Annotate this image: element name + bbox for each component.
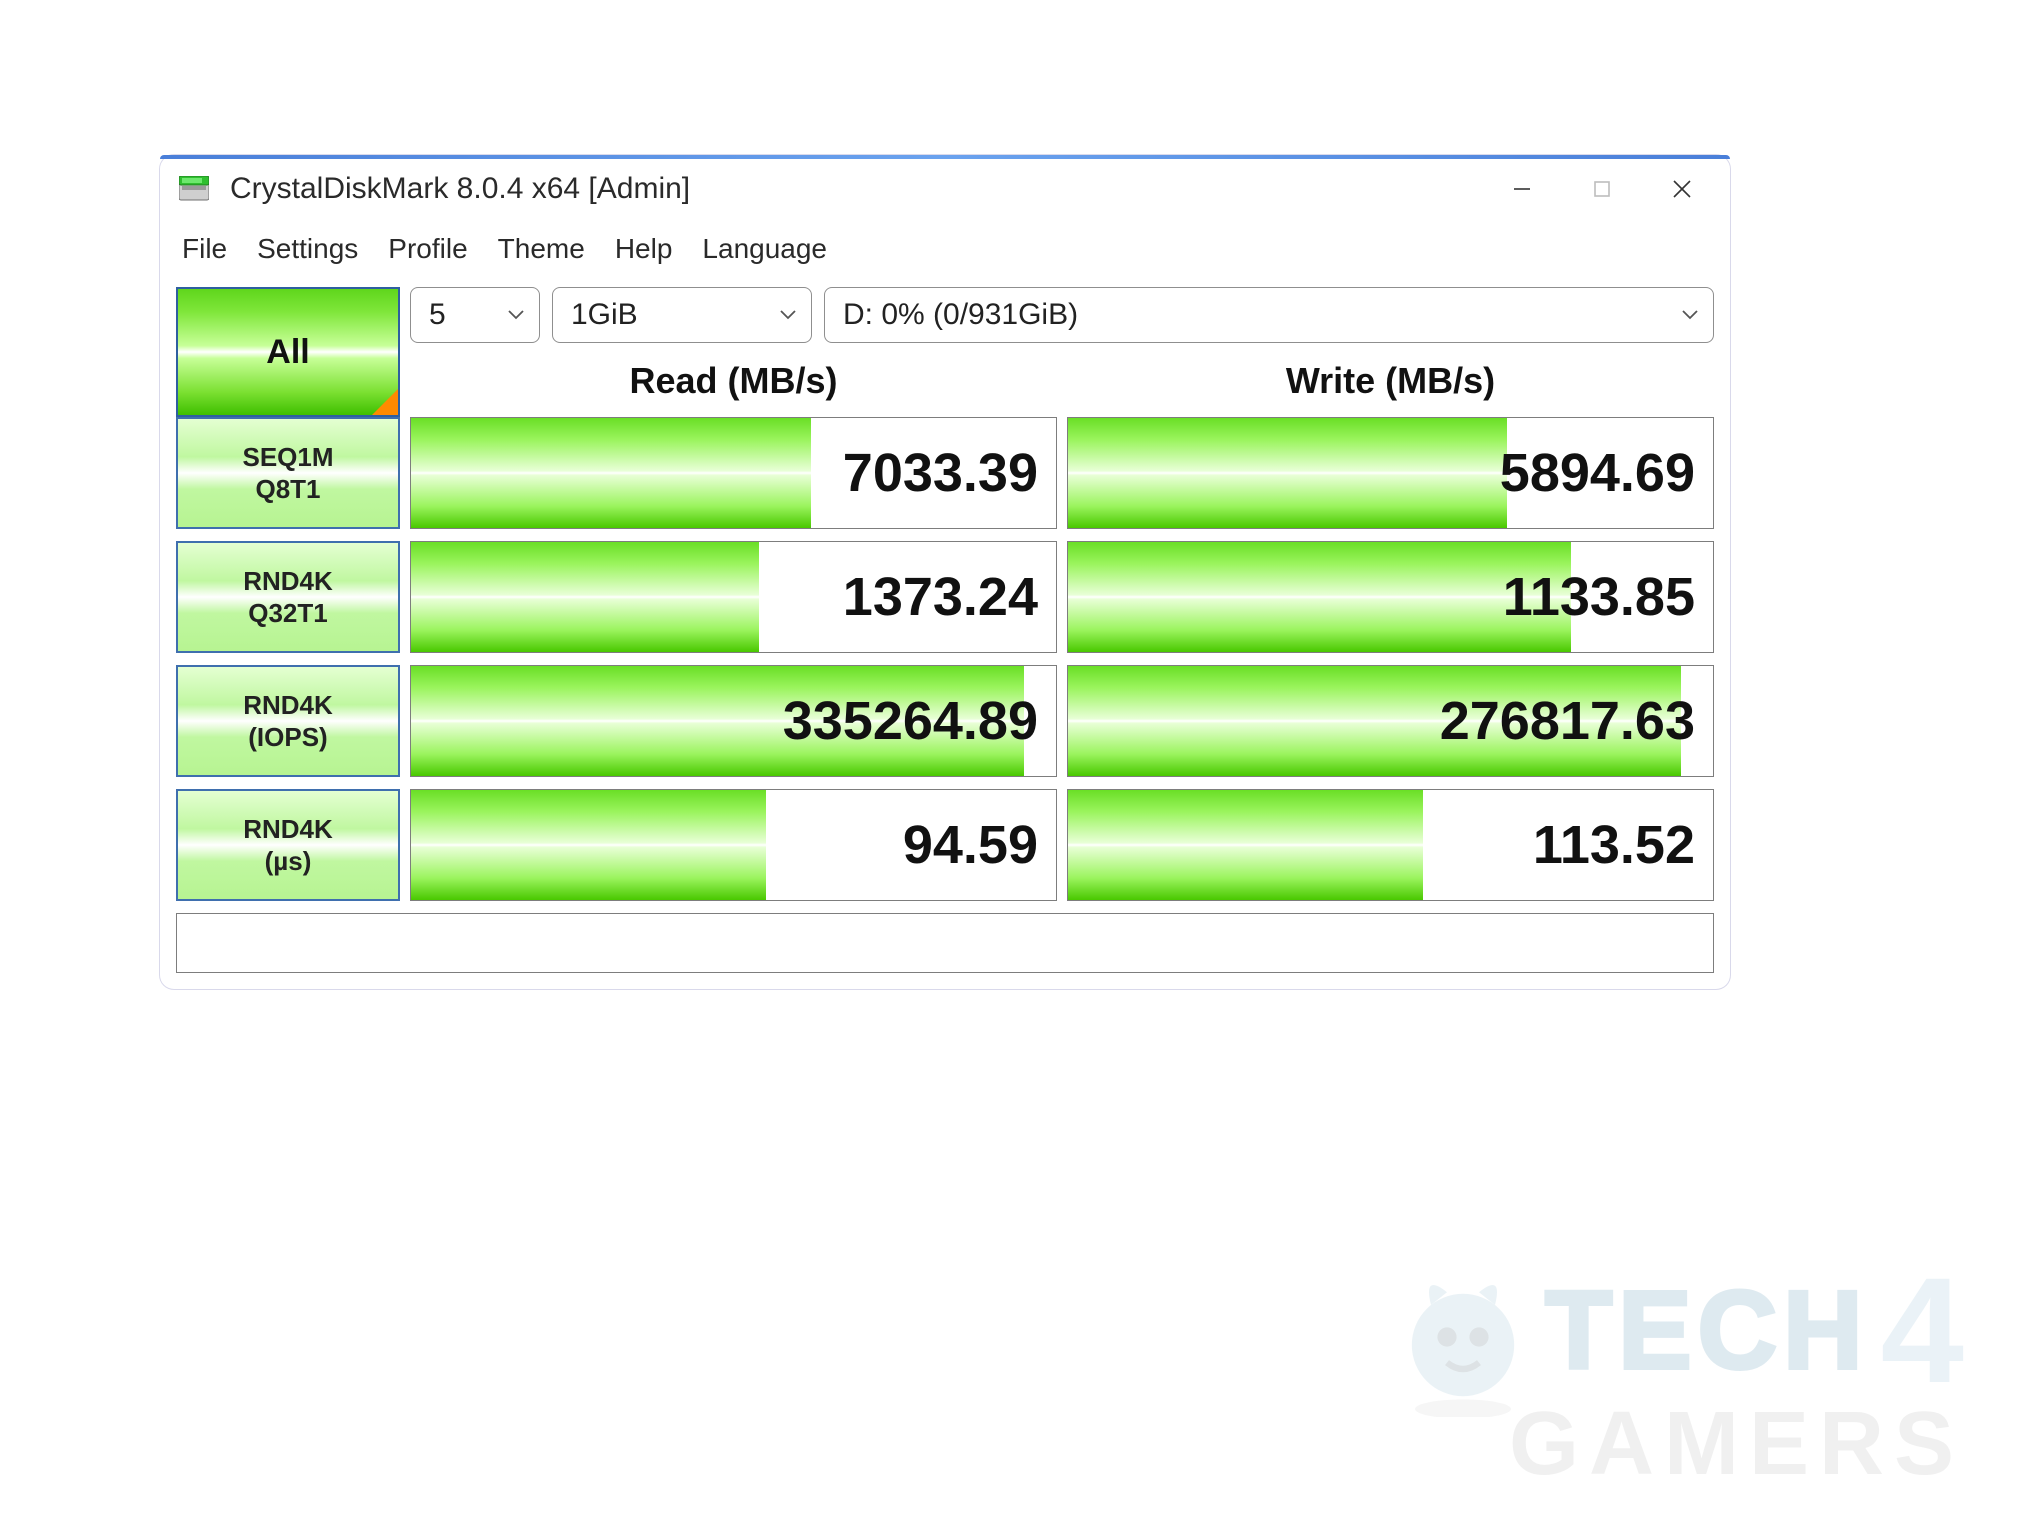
test-size-value: 1GiB: [571, 298, 638, 332]
chevron-down-icon: [779, 309, 797, 321]
read-bar: [411, 418, 811, 528]
app-icon: [178, 175, 210, 203]
read-cell: 1373.24: [410, 541, 1057, 653]
read-value: 7033.39: [843, 442, 1038, 504]
test-label-bottom: Q32T1: [248, 597, 328, 630]
write-value: 113.52: [1533, 814, 1695, 876]
test-button-rnd4k-us[interactable]: RND4K (µs): [176, 789, 400, 901]
app-window: CrystalDiskMark 8.0.4 x64 [Admin] File S…: [160, 155, 1730, 989]
menu-theme[interactable]: Theme: [498, 233, 585, 265]
read-value: 94.59: [903, 814, 1038, 876]
run-all-label: All: [266, 333, 309, 372]
status-bar: [176, 913, 1714, 973]
write-value: 1133.85: [1503, 566, 1695, 628]
test-label-top: RND4K: [243, 813, 333, 846]
window-title: CrystalDiskMark 8.0.4 x64 [Admin]: [230, 172, 1462, 206]
column-header-write: Write (MB/s): [1067, 360, 1714, 402]
test-label-top: RND4K: [243, 565, 333, 598]
bench-row: RND4K (µs) 94.59 113.52: [176, 789, 1714, 901]
titlebar: CrystalDiskMark 8.0.4 x64 [Admin]: [160, 155, 1730, 223]
drive-value: D: 0% (0/931GiB): [843, 298, 1078, 332]
menu-help[interactable]: Help: [615, 233, 673, 265]
menu-profile[interactable]: Profile: [388, 233, 467, 265]
write-cell: 113.52: [1067, 789, 1714, 901]
bench-row: RND4K Q32T1 1373.24 1133.85: [176, 541, 1714, 653]
write-value: 276817.63: [1440, 690, 1695, 752]
write-bar: [1068, 790, 1423, 900]
read-value: 335264.89: [783, 690, 1038, 752]
write-cell: 276817.63: [1067, 665, 1714, 777]
read-cell: 335264.89: [410, 665, 1057, 777]
column-header-read: Read (MB/s): [410, 360, 1057, 402]
test-button-seq1m-q8t1[interactable]: SEQ1M Q8T1: [176, 417, 400, 529]
read-cell: 94.59: [410, 789, 1057, 901]
read-value: 1373.24: [843, 566, 1038, 628]
maximize-button[interactable]: [1562, 161, 1642, 217]
test-size-select[interactable]: 1GiB: [552, 287, 812, 343]
read-bar: [411, 790, 766, 900]
background-watermark: TECH 4 GAMERS: [1383, 1244, 1964, 1496]
test-label-bottom: (µs): [265, 845, 312, 878]
test-button-rnd4k-iops[interactable]: RND4K (IOPS): [176, 665, 400, 777]
runs-value: 5: [429, 298, 446, 332]
test-label-bottom: (IOPS): [248, 721, 327, 754]
read-bar: [411, 542, 759, 652]
results-area: SEQ1M Q8T1 7033.39 5894.69 RND4K Q32T1 1…: [160, 417, 1730, 989]
menu-settings[interactable]: Settings: [257, 233, 358, 265]
write-value: 5894.69: [1500, 442, 1695, 504]
test-label-top: SEQ1M: [242, 441, 333, 474]
write-cell: 5894.69: [1067, 417, 1714, 529]
read-cell: 7033.39: [410, 417, 1057, 529]
drive-select[interactable]: D: 0% (0/931GiB): [824, 287, 1714, 343]
chevron-down-icon: [1681, 309, 1699, 321]
test-button-rnd4k-q32t1[interactable]: RND4K Q32T1: [176, 541, 400, 653]
bench-row: SEQ1M Q8T1 7033.39 5894.69: [176, 417, 1714, 529]
minimize-button[interactable]: [1482, 161, 1562, 217]
run-all-corner-icon: [372, 389, 398, 415]
close-button[interactable]: [1642, 161, 1722, 217]
test-label-bottom: Q8T1: [255, 473, 320, 506]
menu-file[interactable]: File: [182, 233, 227, 265]
write-bar: [1068, 542, 1571, 652]
write-cell: 1133.85: [1067, 541, 1714, 653]
bench-row: RND4K (IOPS) 335264.89 276817.63: [176, 665, 1714, 777]
chevron-down-icon: [507, 309, 525, 321]
run-all-button[interactable]: All: [176, 287, 400, 417]
write-bar: [1068, 418, 1507, 528]
mascot-icon: [1383, 1257, 1543, 1417]
menubar: File Settings Profile Theme Help Languag…: [160, 223, 1730, 275]
menu-language[interactable]: Language: [702, 233, 827, 265]
runs-select[interactable]: 5: [410, 287, 540, 343]
test-label-top: RND4K: [243, 689, 333, 722]
